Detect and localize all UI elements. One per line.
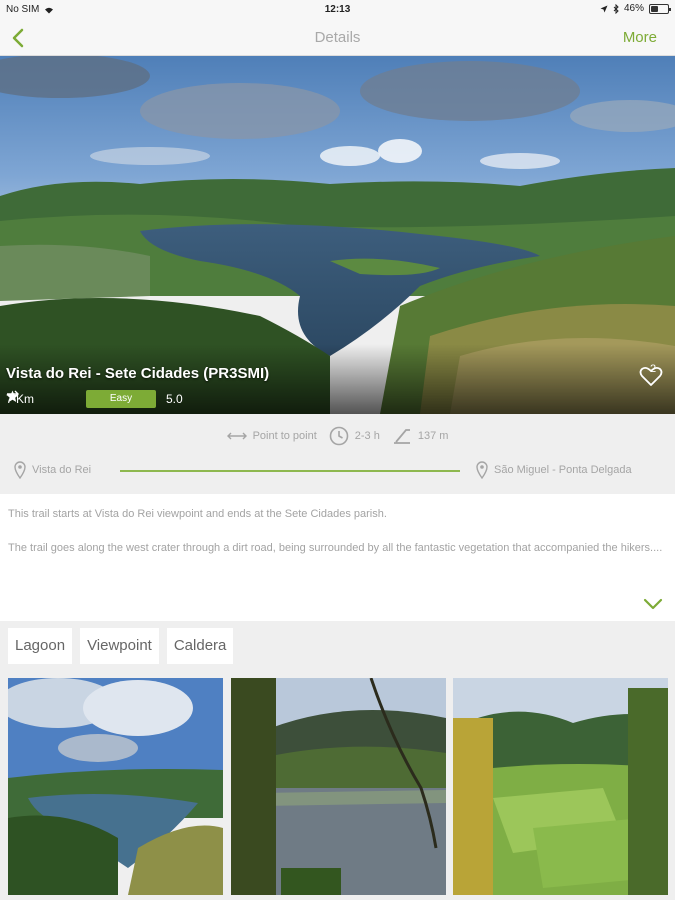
battery-fill bbox=[651, 5, 658, 12]
route-line bbox=[120, 470, 460, 472]
status-time: 12:13 bbox=[324, 4, 351, 15]
location-arrow-icon bbox=[600, 5, 608, 12]
green-valley-photo bbox=[453, 678, 668, 895]
route-endpoints: Vista do Rei São Miguel - Ponta Delgada bbox=[0, 458, 675, 482]
end-point: São Miguel - Ponta Delgada bbox=[476, 461, 632, 479]
difficulty-badge: Easy bbox=[86, 390, 156, 408]
status-right: 46% bbox=[600, 3, 671, 14]
description-paragraph: This trail starts at Vista do Rei viewpo… bbox=[8, 508, 387, 520]
duration-label: 2-3 h bbox=[354, 430, 380, 442]
pin-icon bbox=[476, 461, 488, 479]
start-label: Vista do Rei bbox=[32, 464, 92, 476]
end-label: São Miguel - Ponta Delgada bbox=[494, 464, 632, 476]
description-paragraph: The trail goes along the west crater thr… bbox=[8, 542, 663, 554]
heart-icon bbox=[639, 366, 663, 386]
battery-percent: 46% bbox=[623, 3, 644, 14]
route-type: Point to point bbox=[226, 430, 317, 442]
status-bar: No SIM 12:13 46% bbox=[0, 0, 675, 20]
trail-info: Point to point 2-3 h 137 m Vista do Rei … bbox=[0, 414, 675, 494]
trail-details-screen: No SIM 12:13 46% Details More Vista do R… bbox=[0, 0, 675, 900]
bluetooth-icon bbox=[613, 3, 619, 14]
pin-icon bbox=[14, 461, 26, 479]
gallery-photo[interactable] bbox=[453, 678, 668, 895]
clock-icon bbox=[329, 426, 349, 446]
elevation: 137 m bbox=[392, 427, 449, 445]
star-icon bbox=[6, 390, 19, 402]
photo-gallery bbox=[0, 671, 675, 900]
start-point: Vista do Rei bbox=[14, 461, 91, 479]
tag-viewpoint[interactable]: Viewpoint bbox=[80, 628, 159, 664]
gallery-photo[interactable] bbox=[231, 678, 446, 895]
navigation-bar: Details More bbox=[0, 20, 675, 56]
trail-facts: Point to point 2-3 h 137 m bbox=[0, 426, 675, 446]
lagoon-viewpoint-photo bbox=[8, 678, 223, 895]
tag-lagoon[interactable]: Lagoon bbox=[8, 628, 73, 664]
tag-caldera[interactable]: Caldera bbox=[166, 628, 234, 664]
page-title: Details bbox=[314, 29, 361, 46]
tag-list: Lagoon Viewpoint Caldera bbox=[0, 621, 675, 671]
duration: 2-3 h bbox=[329, 426, 380, 446]
favorite-button[interactable]: 2 bbox=[639, 363, 667, 386]
expand-description-button[interactable] bbox=[643, 597, 663, 611]
hero-image[interactable]: Vista do Rei - Sete Cidades (PR3SMI) 7 K… bbox=[0, 56, 675, 414]
more-button[interactable]: More bbox=[623, 29, 657, 46]
elevation-label: 137 m bbox=[417, 430, 449, 442]
trail-name: Vista do Rei - Sete Cidades (PR3SMI) bbox=[6, 365, 270, 382]
lake-forest-photo bbox=[231, 678, 446, 895]
route-type-label: Point to point bbox=[252, 430, 317, 442]
battery-icon bbox=[649, 3, 671, 14]
double-arrow-icon bbox=[226, 432, 247, 440]
trail-stats: 7 Km Easy 5.0 bbox=[6, 390, 183, 408]
chevron-down-icon bbox=[643, 598, 663, 610]
elevation-icon bbox=[393, 429, 410, 444]
rating: 5.0 bbox=[6, 390, 183, 406]
gallery-photo[interactable] bbox=[8, 678, 223, 895]
rating-value: 5.0 bbox=[166, 392, 183, 406]
trail-description: This trail starts at Vista do Rei viewpo… bbox=[0, 494, 675, 621]
